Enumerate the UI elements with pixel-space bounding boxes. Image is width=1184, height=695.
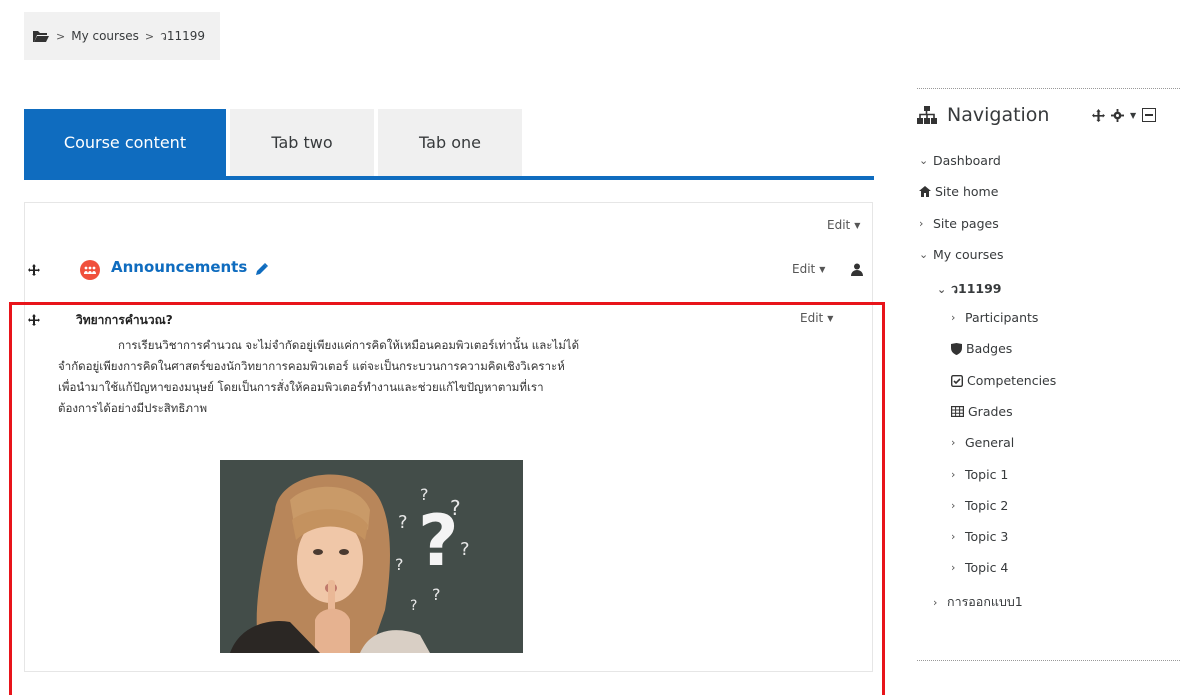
nav-course[interactable]: ⌄ ว11199	[937, 279, 1002, 299]
nav-label: General	[965, 435, 1015, 450]
announcements-edit-menu[interactable]: Edit ▼	[792, 262, 825, 276]
nav-grades[interactable]: Grades	[951, 404, 1013, 419]
svg-text:?: ?	[432, 585, 441, 604]
section-description: การเรียนวิชาการคำนวณ จะไม่จำกัดอยู่เพียง…	[58, 335, 718, 419]
nav-dashboard[interactable]: ⌄ Dashboard	[919, 153, 1001, 168]
chevron-down-icon: ⌄	[937, 282, 947, 296]
forum-icon	[80, 260, 100, 280]
move-icon[interactable]	[1092, 108, 1105, 122]
breadcrumb: > My courses > ว11199	[24, 12, 220, 60]
tab-one[interactable]: Tab one	[378, 109, 522, 176]
navigation-header: Navigation	[917, 104, 1049, 126]
description-line: ต้องการได้อย่างมีประสิทธิภาพ	[58, 401, 208, 415]
description-text: การเรียนวิชาการคำนวณ จะไม่จำกัดอยู่เพียง…	[118, 338, 580, 352]
nav-label: Badges	[966, 341, 1013, 356]
nav-label: Grades	[968, 404, 1013, 419]
nav-label: ว11199	[951, 281, 1002, 296]
nav-label: Site pages	[933, 216, 999, 231]
move-icon[interactable]	[28, 261, 40, 276]
chevron-right-icon: ›	[951, 468, 956, 481]
edit-label: Edit	[800, 311, 824, 325]
chevron-right-icon: ›	[933, 595, 938, 609]
chevron-down-icon: ⌄	[919, 248, 929, 261]
svg-text:?: ?	[410, 598, 417, 614]
nav-label: My courses	[933, 247, 1004, 262]
user-icon[interactable]	[851, 261, 863, 280]
home-icon	[919, 186, 931, 197]
caret-down-icon: ▼	[827, 314, 834, 323]
shield-icon	[951, 342, 962, 355]
nav-label: Site home	[935, 184, 999, 199]
nav-label: การออกแบบ1	[947, 594, 1023, 609]
caret-down-icon: ▼	[819, 265, 826, 274]
caret-down-icon: ▼	[854, 221, 861, 230]
chevron-right-icon: ›	[951, 530, 956, 543]
section-edit-menu[interactable]: Edit ▼	[827, 218, 860, 232]
table-icon	[951, 406, 964, 417]
nav-label: Dashboard	[933, 153, 1001, 168]
breadcrumb-my-courses[interactable]: My courses	[71, 29, 139, 43]
section-title: วิทยาการคำนวณ?	[76, 313, 173, 327]
description-line: จำกัดอยู่เพียงการคิดในศาสตร์ของนักวิทยาก…	[58, 359, 565, 373]
svg-text:?: ?	[395, 555, 404, 574]
nav-label: Topic 1	[965, 467, 1009, 482]
chevron-down-icon: ⌄	[919, 154, 929, 167]
nav-topic-3[interactable]: › Topic 3	[951, 529, 1008, 544]
caret-down-icon[interactable]: ▼	[1130, 111, 1136, 120]
chevron-right-icon: ›	[951, 499, 956, 512]
nav-topic-4[interactable]: › Topic 4	[951, 560, 1008, 575]
tab-underline	[24, 176, 874, 180]
nav-competencies[interactable]: Competencies	[951, 373, 1056, 388]
svg-text:?: ?	[398, 512, 408, 533]
gear-icon[interactable]	[1111, 108, 1124, 122]
svg-text:?: ?	[460, 539, 470, 560]
tab-two[interactable]: Tab two	[230, 109, 374, 176]
navigation-title: Navigation	[947, 104, 1050, 126]
navigation-block: Navigation ▼ ⌄ Dashboard Site home › Site …	[917, 88, 1180, 661]
nav-design-1[interactable]: › การออกแบบ1	[933, 592, 1023, 612]
svg-text:?: ?	[450, 496, 461, 520]
course-tabs: Course content Tab two Tab one	[24, 109, 874, 181]
nav-label: Topic 3	[965, 529, 1009, 544]
edit-label: Edit	[792, 262, 816, 276]
chevron-right-icon: ›	[951, 311, 956, 324]
chevron-right-icon: ›	[951, 561, 956, 574]
nav-site-pages[interactable]: › Site pages	[919, 216, 999, 231]
nav-topic-2[interactable]: › Topic 2	[951, 498, 1008, 513]
edit-label: Edit	[827, 218, 851, 232]
nav-site-home[interactable]: Site home	[919, 184, 998, 199]
nav-label: Topic 2	[965, 498, 1009, 513]
sitemap-icon	[917, 106, 937, 124]
nav-label: Topic 4	[965, 560, 1009, 575]
breadcrumb-separator: >	[144, 29, 155, 43]
breadcrumb-separator: >	[56, 29, 66, 43]
section-item-edit-menu[interactable]: Edit ▼	[800, 311, 833, 325]
announcements-link[interactable]: Announcements	[111, 258, 247, 276]
block-divider	[917, 88, 1180, 89]
block-controls: ▼	[1092, 108, 1157, 122]
pencil-icon[interactable]	[255, 261, 269, 280]
nav-general[interactable]: › General	[951, 435, 1014, 450]
checkbox-icon	[951, 374, 963, 387]
svg-text:?: ?	[420, 485, 429, 504]
thinking-girl-image: ? ? ? ? ? ? ? ?	[220, 460, 523, 653]
course-content-panel: Edit ▼ Announcements Edit ▼ วิทยาการคำนวณ?…	[24, 202, 873, 672]
block-divider	[917, 660, 1180, 661]
description-line: การเรียนวิชาการคำนวณ จะไม่จำกัดอยู่เพียง…	[58, 335, 718, 356]
nav-badges[interactable]: Badges	[951, 341, 1012, 356]
nav-topic-1[interactable]: › Topic 1	[951, 467, 1008, 482]
move-icon[interactable]	[28, 311, 40, 326]
nav-label: Competencies	[967, 373, 1057, 388]
nav-label: Participants	[965, 310, 1039, 325]
folder-open-icon[interactable]	[32, 29, 50, 43]
chevron-right-icon: ›	[951, 436, 956, 449]
nav-my-courses[interactable]: ⌄ My courses	[919, 247, 1003, 262]
collapse-block-icon[interactable]	[1142, 108, 1157, 122]
tab-course-content[interactable]: Course content	[24, 109, 226, 176]
description-line: เพื่อนำมาใช้แก้ปัญหาของมนุษย์ โดยเป็นการ…	[58, 380, 544, 394]
chevron-right-icon: ›	[919, 217, 924, 230]
nav-participants[interactable]: › Participants	[951, 310, 1038, 325]
breadcrumb-course[interactable]: ว11199	[160, 27, 205, 46]
